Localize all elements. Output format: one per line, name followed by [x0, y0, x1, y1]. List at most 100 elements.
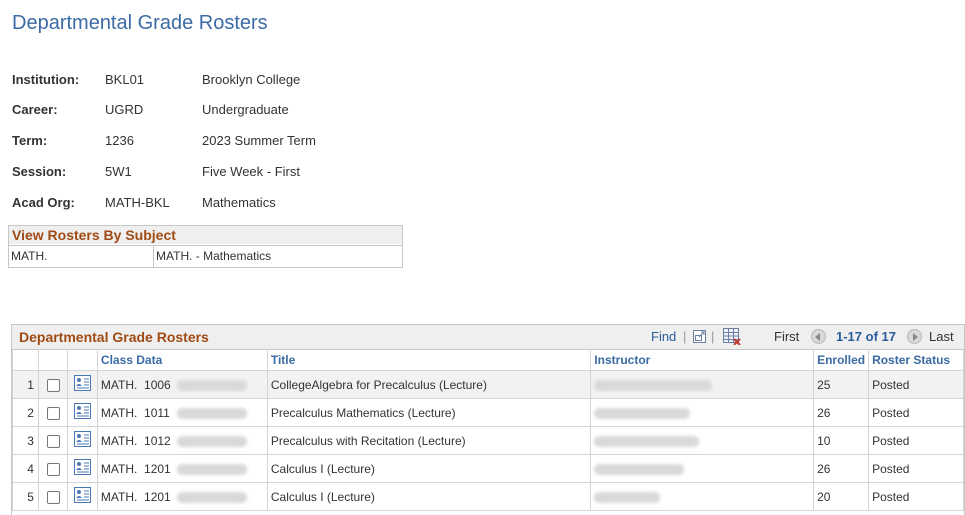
subject-code: MATH.: [11, 249, 48, 263]
subject-desc: MATH. - Mathematics: [156, 249, 272, 263]
find-link[interactable]: Find: [651, 329, 676, 344]
separator: |: [683, 329, 687, 344]
header-status[interactable]: Roster Status: [868, 349, 964, 371]
info-code: 5W1: [105, 164, 132, 179]
redacted-section: [176, 407, 247, 419]
download-grid-icon[interactable]: [723, 328, 741, 346]
class-data-cell: MATH. 1006: [96, 370, 268, 399]
instructor-cell: [590, 398, 815, 427]
first-link[interactable]: First: [774, 329, 799, 344]
roster-view-icon[interactable]: [73, 403, 91, 422]
class-subject: MATH.: [100, 461, 138, 476]
class-data-cell: MATH. 1012: [96, 426, 268, 455]
info-label: Acad Org:: [12, 195, 75, 210]
roster-view-icon[interactable]: [73, 459, 91, 478]
info-label: Career:: [12, 102, 58, 117]
enrolled-cell: 10: [813, 426, 870, 455]
zoom-icon[interactable]: [692, 329, 707, 344]
status-cell: Posted: [868, 398, 964, 427]
row-select: [37, 482, 68, 511]
class-data-cell: MATH. 1011: [96, 398, 268, 427]
class-data-cell: MATH. 1201: [96, 454, 268, 483]
roster-table: Class Data Title Instructor Enrolled Ros…: [12, 349, 964, 511]
last-link[interactable]: Last: [929, 329, 954, 344]
page-title: Departmental Grade Rosters: [12, 12, 268, 34]
row-number: 1: [12, 370, 39, 399]
next-circle-icon[interactable]: [907, 329, 922, 344]
class-catalog: 1006: [144, 377, 171, 392]
instructor-cell: [590, 370, 815, 399]
class-catalog: 1012: [144, 433, 171, 448]
redacted-section: [177, 463, 248, 475]
title-cell: Calculus I (Lecture): [266, 482, 592, 511]
redacted-section: [177, 435, 248, 447]
status-cell: Posted: [868, 426, 964, 455]
row-checkbox[interactable]: [46, 490, 60, 504]
subject-box: View Rosters By Subject MATH. MATH. - Ma…: [8, 225, 403, 268]
row-select: [37, 426, 68, 455]
table-row: 1 MATH. 1006 CollegeAlgebra for Precalcu…: [12, 370, 964, 399]
class-catalog: 1011: [144, 405, 170, 420]
row-number: 3: [12, 426, 39, 455]
redacted-instructor: [594, 463, 685, 475]
info-desc: Five Week - First: [202, 164, 300, 179]
roster-grid: Departmental Grade Rosters Find | | Firs…: [11, 324, 965, 515]
info-desc: Mathematics: [202, 195, 276, 210]
status-cell: Posted: [868, 482, 964, 511]
info-code: UGRD: [105, 102, 144, 117]
header-select: [37, 349, 68, 371]
info-label: Term:: [12, 133, 48, 148]
class-catalog: 1201: [144, 461, 171, 476]
class-subject: MATH.: [100, 377, 138, 392]
grid-header: Departmental Grade Rosters Find | | Firs…: [12, 325, 964, 349]
info-label: Institution:: [12, 72, 80, 87]
table-row: 3 MATH. 1012 Precalculus with Recitation…: [12, 426, 964, 455]
row-checkbox[interactable]: [46, 378, 60, 392]
row-number: 4: [12, 454, 39, 483]
redacted-instructor: [594, 407, 691, 419]
header-enrolled[interactable]: Enrolled: [813, 349, 870, 371]
status-cell: Posted: [868, 370, 964, 399]
row-select: [37, 398, 68, 427]
class-subject: MATH.: [100, 489, 138, 504]
row-select: [37, 370, 68, 399]
header-title[interactable]: Title: [266, 349, 592, 371]
header-view: [66, 349, 98, 371]
row-select: [37, 454, 68, 483]
title-cell: Calculus I (Lecture): [266, 454, 592, 483]
info-label: Session:: [12, 164, 67, 179]
row-checkbox[interactable]: [46, 462, 60, 476]
roster-view-icon[interactable]: [73, 375, 91, 394]
info-desc: 2023 Summer Term: [202, 133, 316, 148]
row-checkbox[interactable]: [46, 406, 60, 420]
column-divider: [153, 246, 154, 267]
row-number: 5: [12, 482, 39, 511]
header-instructor[interactable]: Instructor: [590, 349, 815, 371]
class-subject: MATH.: [100, 405, 138, 420]
row-checkbox[interactable]: [46, 434, 60, 448]
instructor-cell: [590, 426, 815, 455]
subject-row[interactable]: MATH. MATH. - Mathematics: [9, 245, 402, 267]
row-view: [66, 398, 98, 427]
roster-view-icon[interactable]: [73, 431, 91, 450]
header-class-data[interactable]: Class Data: [96, 349, 268, 371]
info-code: MATH-BKL: [105, 195, 170, 210]
find-link-text[interactable]: Find: [651, 329, 676, 344]
info-desc: Undergraduate: [202, 102, 289, 117]
row-range: 1-17 of 17: [836, 329, 896, 344]
table-row: 4 MATH. 1201 Calculus I (Lecture) 26 Pos…: [12, 454, 964, 483]
info-code: 1236: [105, 133, 134, 148]
table-row: 5 MATH. 1201 Calculus I (Lecture) 20 Pos…: [12, 482, 964, 511]
instructor-cell: [590, 454, 815, 483]
prev-circle-icon[interactable]: [811, 329, 826, 344]
row-number: 2: [12, 398, 39, 427]
status-cell: Posted: [868, 454, 964, 483]
enrolled-cell: 25: [813, 370, 870, 399]
class-catalog: 1201: [144, 489, 171, 504]
roster-view-icon[interactable]: [73, 487, 91, 506]
grid-title: Departmental Grade Rosters: [19, 329, 209, 345]
header-rownum: [12, 349, 39, 371]
info-desc: Brooklyn College: [202, 72, 301, 87]
title-cell: CollegeAlgebra for Precalculus (Lecture): [266, 370, 592, 399]
enrolled-cell: 26: [813, 454, 870, 483]
